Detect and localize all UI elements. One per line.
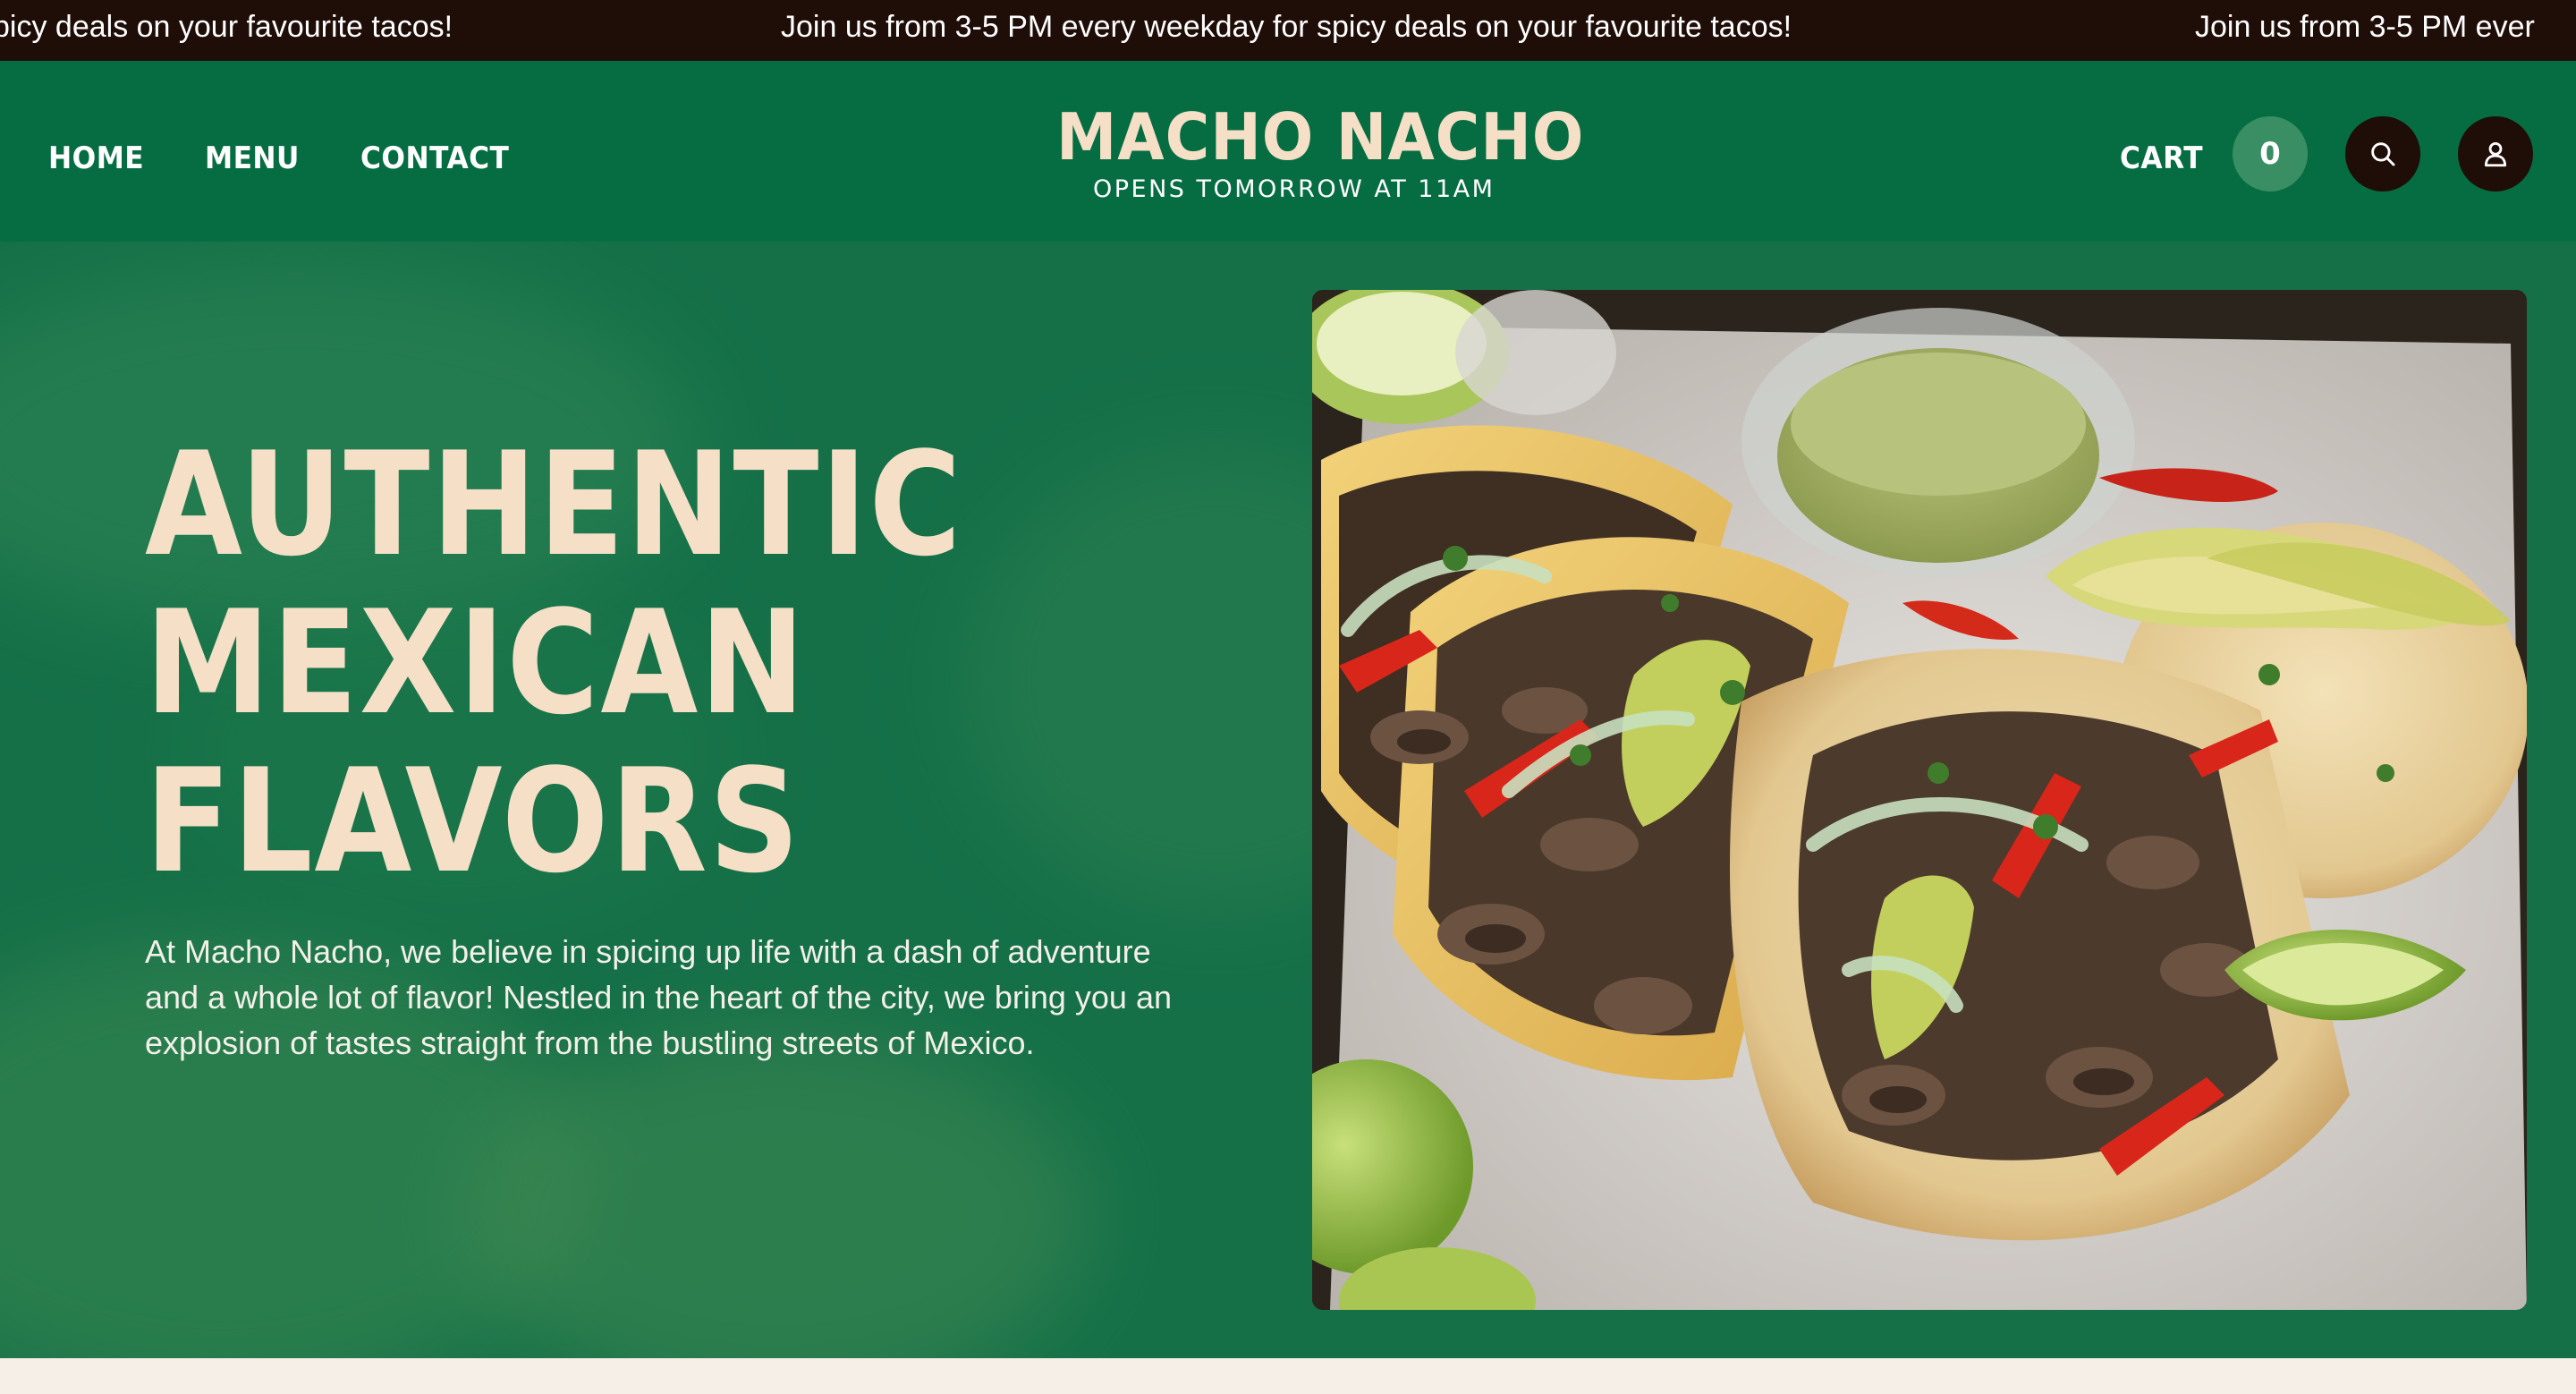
- hero-headline-line: AUTHENTIC: [145, 421, 963, 588]
- announcement-bar: picy deals on your favourite tacos! Join…: [0, 0, 2576, 61]
- tacos-illustration: [1312, 290, 2527, 1310]
- hero-section: AUTHENTIC MEXICAN FLAVORS At Macho Nacho…: [0, 242, 2576, 1358]
- cart-count-badge[interactable]: 0: [2233, 116, 2308, 191]
- announcement-text: Join us from 3-5 PM every weekday for sp…: [781, 10, 1792, 44]
- search-icon: [2371, 142, 2395, 166]
- account-button[interactable]: [2458, 116, 2533, 191]
- brand-logo[interactable]: MACHO NACHO: [1056, 105, 1583, 169]
- cart-link[interactable]: CART: [2120, 136, 2203, 181]
- opening-hours-text: OPENS TOMORROW AT 11AM: [1093, 175, 1496, 203]
- site-header: HOME MENU CONTACT MACHO NACHO OPENS TOMO…: [0, 61, 2576, 242]
- hero-tacos-image: [1312, 290, 2527, 1310]
- search-button[interactable]: [2345, 116, 2420, 191]
- announcement-text-fragment-left: picy deals on your favourite tacos!: [0, 10, 453, 44]
- announcement-text-fragment-right: Join us from 3-5 PM ever: [2195, 10, 2535, 44]
- hero-headline: AUTHENTIC MEXICAN FLAVORS: [145, 425, 1089, 900]
- user-icon: [2484, 141, 2507, 167]
- hero-intro-text: At Macho Nacho, we believe in spicing up…: [145, 933, 1172, 1061]
- hero-headline-line: MEXICAN: [145, 579, 807, 746]
- nav-home-link[interactable]: HOME: [48, 136, 144, 181]
- nav-menu-link[interactable]: MENU: [205, 136, 300, 181]
- page-section-divider: [0, 1358, 2576, 1394]
- nav-contact-link[interactable]: CONTACT: [360, 136, 509, 181]
- hero-headline-line: FLAVORS: [145, 737, 801, 905]
